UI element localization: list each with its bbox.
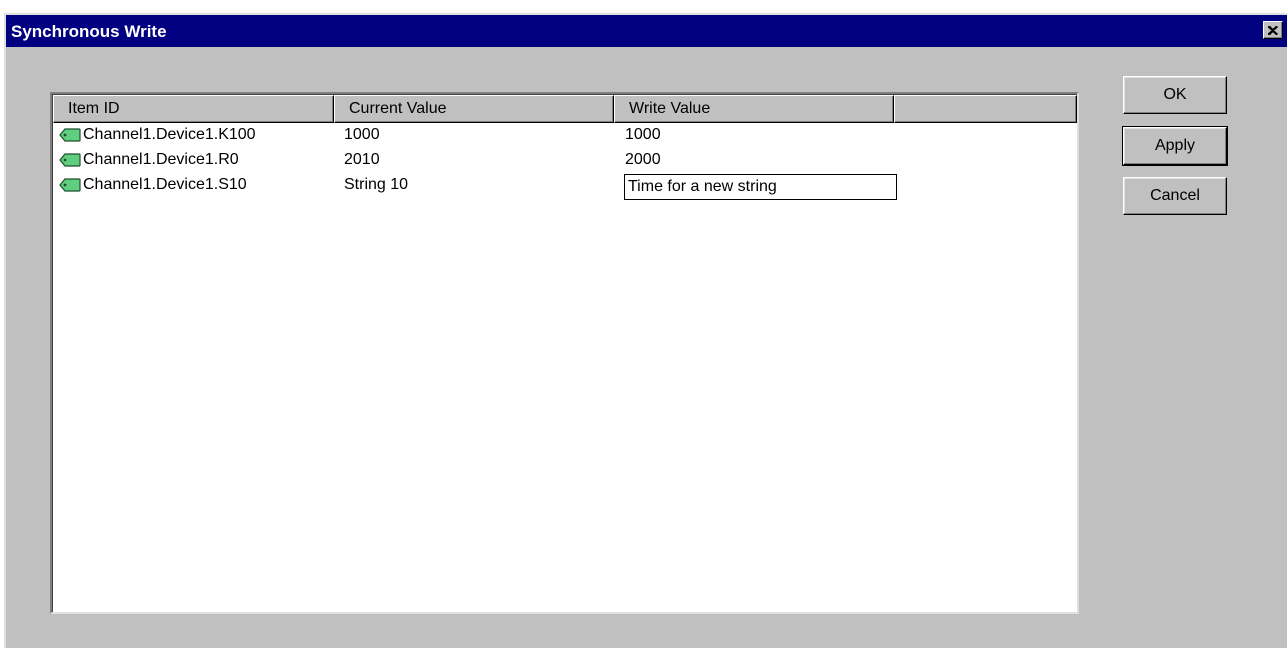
tag-icon — [59, 153, 81, 167]
apply-button[interactable]: Apply — [1122, 126, 1228, 166]
column-header-filler — [894, 95, 1077, 123]
item-id-cell: Channel1.Device1.S10 — [59, 176, 247, 194]
column-header-current-value[interactable]: Current Value — [334, 95, 614, 123]
close-icon — [1268, 25, 1278, 35]
current-value-cell: 1000 — [344, 126, 380, 143]
item-id-text: Channel1.Device1.K100 — [83, 126, 256, 143]
current-value-cell: String 10 — [344, 176, 409, 193]
list-row[interactable]: Channel1.Device1.S10 String 10 Time for … — [53, 173, 1077, 200]
item-id-text: Channel1.Device1.S10 — [83, 176, 247, 193]
item-id-cell: Channel1.Device1.R0 — [59, 151, 239, 169]
write-value-cell[interactable]: 1000 — [625, 126, 661, 144]
item-id-cell: Channel1.Device1.K100 — [59, 126, 256, 144]
tag-icon — [59, 178, 81, 192]
list-header: Item ID Current Value Write Value — [53, 95, 1077, 123]
write-value-cell[interactable]: 2000 — [625, 151, 661, 169]
write-items-list[interactable]: Item ID Current Value Write Value Channe… — [50, 92, 1079, 614]
close-button[interactable] — [1263, 21, 1283, 39]
write-value-edit-field[interactable]: Time for a new string — [624, 174, 897, 200]
title-bar[interactable]: Synchronous Write — [6, 15, 1287, 47]
list-rows: Channel1.Device1.K100 1000 1000 Channel1… — [53, 123, 1077, 200]
synchronous-write-dialog: Synchronous Write Item ID Current Value … — [4, 13, 1287, 648]
item-id-text: Channel1.Device1.R0 — [83, 151, 239, 168]
list-row[interactable]: Channel1.Device1.R0 2010 2000 — [53, 148, 1077, 173]
ok-button[interactable]: OK — [1123, 76, 1227, 114]
column-header-item-id[interactable]: Item ID — [53, 95, 334, 123]
tag-icon — [59, 128, 81, 142]
list-row[interactable]: Channel1.Device1.K100 1000 1000 — [53, 123, 1077, 148]
current-value-cell: 2010 — [344, 151, 380, 168]
cancel-button[interactable]: Cancel — [1123, 177, 1227, 215]
window-title: Synchronous Write — [11, 22, 167, 41]
column-header-write-value[interactable]: Write Value — [614, 95, 894, 123]
